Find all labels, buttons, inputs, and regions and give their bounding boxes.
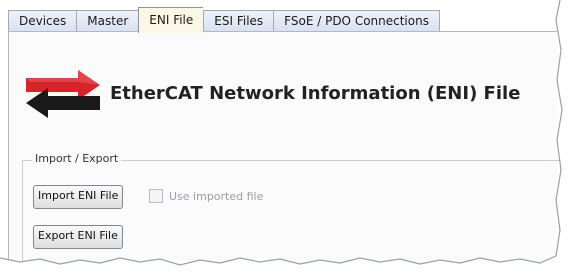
eni-file-page: Devices Master ENI File ESI Files FSoE /… (0, 0, 569, 279)
tab-eni-file[interactable]: ENI File (138, 7, 204, 33)
torn-edge-frame (0, 0, 569, 279)
